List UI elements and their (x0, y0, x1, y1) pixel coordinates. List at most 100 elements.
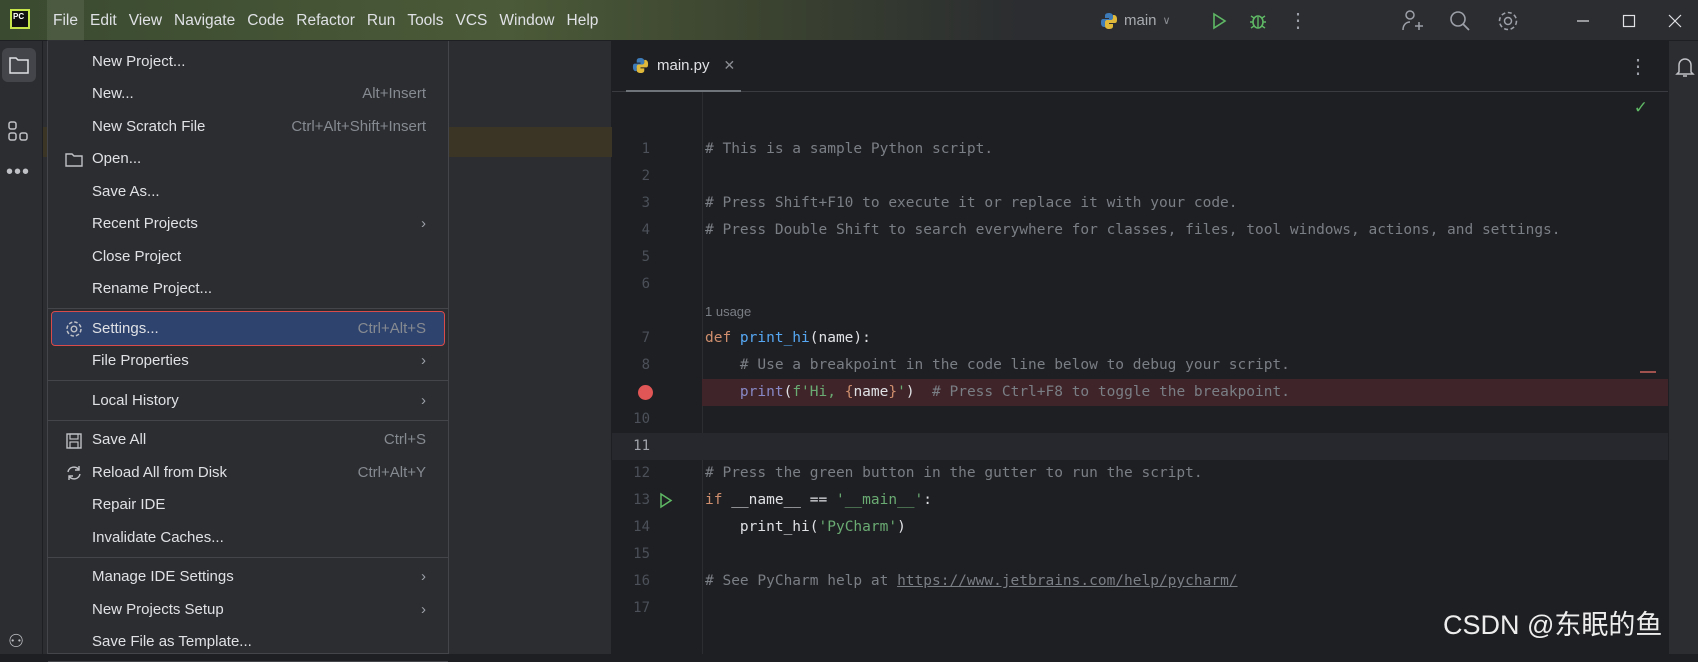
search-icon[interactable] (1448, 9, 1472, 33)
menu-item-label: Reload All from Disk (92, 463, 228, 481)
menu-item-shortcut: Ctrl+S (383, 431, 426, 449)
menu-view[interactable]: View (123, 0, 168, 41)
run-config-name: main (1124, 12, 1157, 29)
line-number: 7 (641, 330, 650, 346)
line-number: 1 (641, 141, 650, 157)
tab-label: main.py (657, 57, 710, 74)
code-line: 7 def print_hi(name): (612, 325, 1668, 352)
gear-icon[interactable] (1496, 9, 1520, 33)
editor-tab-bar: main.py ✕ ⋮ (612, 41, 1668, 92)
menu-item-label: Settings... (92, 319, 159, 337)
code-line: 5 (612, 244, 1668, 271)
code-line: 14 print_hi('PyCharm') (612, 514, 1668, 541)
line-number: 8 (641, 357, 650, 373)
more-tools-icon[interactable]: ••• (6, 161, 30, 184)
code-token: print_hi (739, 330, 810, 346)
menu-tools[interactable]: Tools (401, 0, 449, 41)
left-tool-strip: ••• ⚇ (0, 41, 43, 654)
menu-code[interactable]: Code (241, 0, 290, 41)
line-number: 13 (633, 492, 650, 508)
maximize-icon[interactable] (1606, 14, 1652, 28)
code-token: ) (897, 519, 906, 535)
code-line: 4 # Press Double Shift to search everywhe… (612, 217, 1668, 244)
menu-item-new-projects-setup[interactable]: New Projects Setup › (52, 593, 444, 626)
menu-item-local-history[interactable]: Local History › (52, 384, 444, 417)
menu-item-label: Save As... (92, 182, 160, 200)
notifications-bell-icon[interactable] (1675, 56, 1695, 78)
code-token: # See PyCharm help at (705, 573, 898, 589)
code-text: # Use a breakpoint in the code line belo… (705, 352, 1290, 379)
project-tool-button[interactable] (2, 48, 36, 82)
menu-item-rename-project[interactable]: Rename Project... (52, 273, 444, 306)
run-config-selector[interactable]: main ∨ (1100, 0, 1171, 41)
menu-help[interactable]: Help (561, 0, 605, 41)
menu-item-manage-ide-settings[interactable]: Manage IDE Settings › (52, 561, 444, 594)
close-icon[interactable] (1652, 14, 1698, 28)
python-console-icon[interactable]: ⚇ (8, 631, 24, 652)
menu-item-label: Local History (92, 391, 179, 409)
menu-item-label: Close Project (92, 247, 182, 265)
line-number: 15 (633, 546, 650, 562)
code-token: (name): (809, 330, 871, 346)
code-token: f'Hi, (792, 384, 845, 400)
menu-item-label: Repair IDE (92, 496, 166, 514)
code-token: # Press the green button in the gutter t… (705, 465, 1203, 481)
run-icon[interactable] (1210, 12, 1228, 30)
menu-refactor[interactable]: Refactor (290, 0, 361, 41)
menu-item-shortcut: Alt+Insert (362, 85, 426, 103)
menu-item-label: Open... (92, 150, 142, 168)
line-number: 14 (633, 519, 650, 535)
pycharm-logo[interactable]: PC (10, 9, 30, 29)
save-icon (64, 431, 84, 451)
menu-item-file-properties[interactable]: File Properties › (52, 345, 444, 378)
minimize-icon[interactable] (1560, 14, 1606, 28)
structure-icon (8, 121, 28, 141)
menu-run[interactable]: Run (361, 0, 401, 41)
breakpoint-icon[interactable] (638, 385, 653, 400)
code-token: name (853, 384, 889, 400)
menu-vcs[interactable]: VCS (450, 0, 494, 41)
editor: main.py ✕ ⋮ 1 # This is a sample Python s… (612, 41, 1668, 654)
menu-item-save-all[interactable]: Save All Ctrl+S (52, 424, 444, 457)
main-menu-bar: File Edit View Navigate Code Refactor Run Tools… (47, 0, 604, 41)
folder-icon (64, 150, 84, 170)
editor-options-icon[interactable]: ⋮ (1628, 54, 1648, 79)
menu-item-label: Save All (92, 431, 147, 449)
menu-navigate[interactable]: Navigate (168, 0, 241, 41)
menu-item-save-as[interactable]: Save As... (52, 175, 444, 208)
code-text: # Press Shift+F10 to execute it or repla… (705, 190, 1238, 217)
menu-item-reload-all-from-disk[interactable]: Reload All from Disk Ctrl+Alt+Y (52, 456, 444, 489)
code-token: ' (897, 384, 906, 400)
code-token[interactable]: https://www.jetbrains.com/help/pycharm/ (897, 573, 1237, 589)
menu-item-open[interactable]: Open... (52, 143, 444, 176)
menu-item-save-file-as-template[interactable]: Save File as Template... (52, 626, 444, 659)
structure-tool-button[interactable] (6, 119, 30, 148)
code-token: __name__ == (731, 492, 836, 508)
chevron-right-icon: › (421, 215, 426, 233)
menu-item-recent-projects[interactable]: Recent Projects › (52, 208, 444, 241)
code-token: ( (783, 384, 793, 400)
menu-window[interactable]: Window (493, 0, 560, 41)
more-vertical-icon[interactable]: ⋮ (1288, 8, 1308, 33)
menu-separator (48, 419, 448, 421)
code-line: 1 # This is a sample Python script. (612, 136, 1668, 163)
code-token: ) (905, 384, 933, 400)
watermark: CSDN @东眠的鱼 (1443, 610, 1663, 640)
debug-icon[interactable] (1248, 11, 1268, 31)
menu-item-new-scratch-file[interactable]: New Scratch File Ctrl+Alt+Shift+Insert (52, 110, 444, 143)
menu-file[interactable]: File (47, 0, 84, 41)
tab-main-py[interactable]: main.py ✕ (626, 41, 742, 92)
code-token: # Press Shift+F10 to execute it or repla… (705, 195, 1238, 211)
menu-item-close-project[interactable]: Close Project (52, 240, 444, 273)
code-area[interactable]: 1 # This is a sample Python script. 2 3 # Pr… (612, 136, 1668, 622)
usage-hint[interactable]: 1 usage (705, 298, 751, 325)
close-tab-icon[interactable]: ✕ (724, 57, 736, 74)
menu-item-invalidate-caches[interactable]: Invalidate Caches... (52, 521, 444, 554)
menu-edit[interactable]: Edit (84, 0, 123, 41)
menu-item-repair-ide[interactable]: Repair IDE (52, 489, 444, 522)
menu-item-settings[interactable]: Settings... Ctrl+Alt+S (51, 311, 445, 346)
add-user-icon[interactable] (1400, 9, 1424, 33)
file-menu-dropdown: New Project... New... Alt+Insert New Scratc… (47, 41, 449, 662)
menu-item-new-project[interactable]: New Project... (52, 45, 444, 78)
menu-item-new[interactable]: New... Alt+Insert (52, 78, 444, 111)
